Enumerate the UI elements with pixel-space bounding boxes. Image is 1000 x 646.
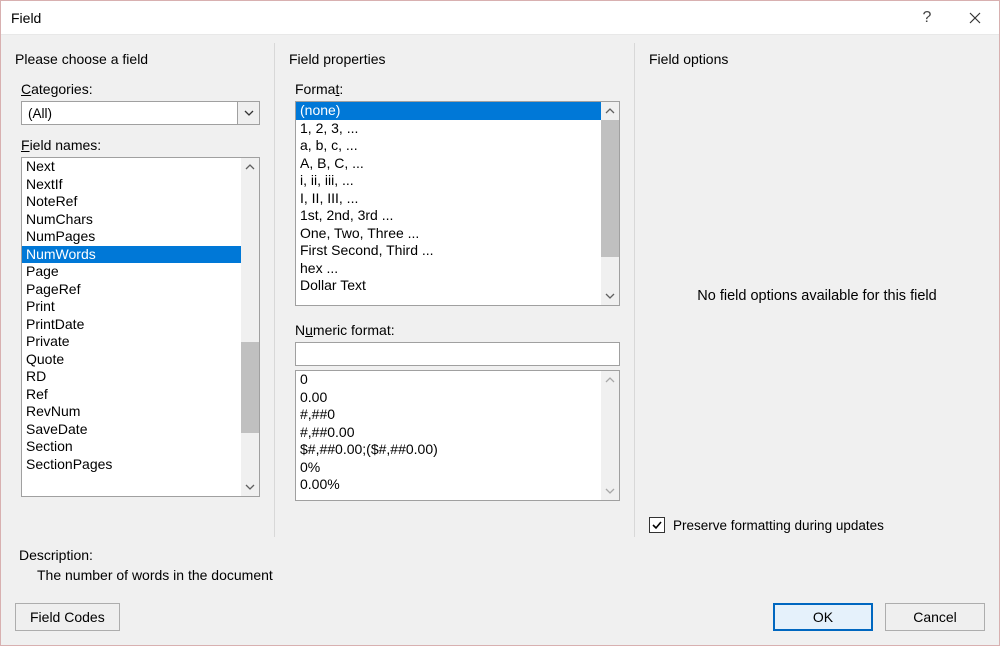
numeric-scrollbar[interactable] xyxy=(601,371,619,500)
checkmark-icon xyxy=(651,519,663,531)
scroll-up-icon[interactable] xyxy=(241,158,259,176)
list-item[interactable]: PageRef xyxy=(22,281,241,299)
list-item[interactable]: (none) xyxy=(296,102,601,120)
list-item[interactable]: Ref xyxy=(22,386,241,404)
list-item[interactable]: Page xyxy=(22,263,241,281)
list-item[interactable]: PrintDate xyxy=(22,316,241,334)
list-item[interactable]: 0.00% xyxy=(296,476,601,494)
field-names-label: Field names: xyxy=(21,137,260,153)
list-item[interactable]: Next xyxy=(22,158,241,176)
list-item[interactable]: $#,##0.00;($#,##0.00) xyxy=(296,441,601,459)
preserve-formatting-row[interactable]: Preserve formatting during updates xyxy=(649,517,985,533)
list-item[interactable]: Quote xyxy=(22,351,241,369)
close-button[interactable] xyxy=(951,1,999,35)
chevron-down-icon xyxy=(244,110,254,116)
dialog-footer: Field Codes OK Cancel xyxy=(15,583,985,631)
description-label: Description: xyxy=(19,547,985,563)
field-dialog: Field ? Please choose a field Categories… xyxy=(0,0,1000,646)
scroll-up-icon[interactable] xyxy=(601,102,619,120)
scroll-down-icon[interactable] xyxy=(601,287,619,305)
ok-button[interactable]: OK xyxy=(773,603,873,631)
field-options-heading: Field options xyxy=(649,51,985,67)
list-item[interactable]: Print xyxy=(22,298,241,316)
list-item[interactable]: NumWords xyxy=(22,246,241,264)
preserve-formatting-checkbox[interactable] xyxy=(649,517,665,533)
list-item[interactable]: 0 xyxy=(296,371,601,389)
window-title: Field xyxy=(1,10,903,26)
list-item[interactable]: NoteRef xyxy=(22,193,241,211)
numeric-format-listbox[interactable]: 00.00#,##0#,##0.00$#,##0.00;($#,##0.00)0… xyxy=(295,370,620,501)
list-item[interactable]: #,##0 xyxy=(296,406,601,424)
list-item[interactable]: Private xyxy=(22,333,241,351)
list-item[interactable]: 0.00 xyxy=(296,389,601,407)
field-codes-button[interactable]: Field Codes xyxy=(15,603,120,631)
list-item[interactable]: i, ii, iii, ... xyxy=(296,172,601,190)
list-item[interactable]: SaveDate xyxy=(22,421,241,439)
choose-field-panel: Please choose a field Categories: (All) … xyxy=(15,43,275,537)
list-item[interactable]: One, Two, Three ... xyxy=(296,225,601,243)
scroll-up-icon[interactable] xyxy=(601,371,619,389)
preserve-formatting-label: Preserve formatting during updates xyxy=(673,518,884,533)
list-item[interactable]: 0% xyxy=(296,459,601,477)
categories-combobox[interactable]: (All) xyxy=(21,101,260,125)
list-item[interactable]: SectionPages xyxy=(22,456,241,474)
close-icon xyxy=(969,12,981,24)
list-item[interactable]: Section xyxy=(22,438,241,456)
list-item[interactable]: RevNum xyxy=(22,403,241,421)
list-item[interactable]: I, II, III, ... xyxy=(296,190,601,208)
list-item[interactable]: hex ... xyxy=(296,260,601,278)
numeric-format-input[interactable] xyxy=(295,342,620,366)
no-field-options-text: No field options available for this fiel… xyxy=(649,79,985,513)
list-item[interactable]: a, b, c, ... xyxy=(296,137,601,155)
description-block: Description: The number of words in the … xyxy=(15,537,985,583)
field-properties-heading: Field properties xyxy=(289,51,620,67)
field-names-scrollbar[interactable] xyxy=(241,158,259,496)
categories-dropdown-button[interactable] xyxy=(237,102,259,124)
list-item[interactable]: NumChars xyxy=(22,211,241,229)
list-item[interactable]: 1, 2, 3, ... xyxy=(296,120,601,138)
field-names-listbox[interactable]: NextNextIfNoteRefNumCharsNumPagesNumWord… xyxy=(21,157,260,497)
categories-value: (All) xyxy=(22,102,237,124)
list-item[interactable]: RD xyxy=(22,368,241,386)
list-item[interactable]: A, B, C, ... xyxy=(296,155,601,173)
scroll-down-icon[interactable] xyxy=(601,482,619,500)
format-listbox[interactable]: (none)1, 2, 3, ...a, b, c, ...A, B, C, .… xyxy=(295,101,620,306)
scroll-down-icon[interactable] xyxy=(241,478,259,496)
help-button[interactable]: ? xyxy=(903,1,951,35)
titlebar: Field ? xyxy=(1,1,999,35)
list-item[interactable]: Dollar Text xyxy=(296,277,601,295)
field-properties-panel: Field properties Format: (none)1, 2, 3, … xyxy=(275,43,635,537)
list-item[interactable]: #,##0.00 xyxy=(296,424,601,442)
list-item[interactable]: First Second, Third ... xyxy=(296,242,601,260)
list-item[interactable]: NumPages xyxy=(22,228,241,246)
format-scrollbar[interactable] xyxy=(601,102,619,305)
numeric-format-label: Numeric format: xyxy=(295,322,620,338)
dialog-body: Please choose a field Categories: (All) … xyxy=(1,35,999,645)
field-options-panel: Field options No field options available… xyxy=(635,43,985,537)
description-text: The number of words in the document xyxy=(19,563,985,583)
cancel-button[interactable]: Cancel xyxy=(885,603,985,631)
categories-label: Categories: xyxy=(21,81,260,97)
choose-field-heading: Please choose a field xyxy=(15,51,260,67)
list-item[interactable]: NextIf xyxy=(22,176,241,194)
format-label: Format: xyxy=(295,81,620,97)
list-item[interactable]: 1st, 2nd, 3rd ... xyxy=(296,207,601,225)
